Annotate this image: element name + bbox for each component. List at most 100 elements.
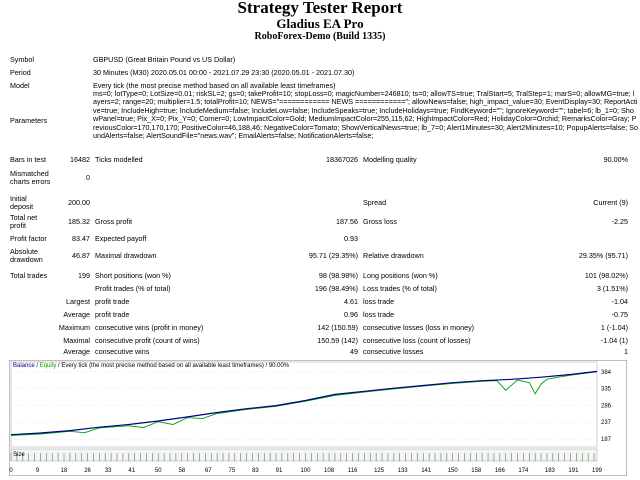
- parameters-label: Parameters: [10, 116, 48, 125]
- x-tick-label: 41: [128, 468, 135, 474]
- spread-value: Current (9): [593, 198, 628, 207]
- short-label: Short positions (won %): [95, 271, 171, 280]
- y-tick-label: 384: [601, 370, 612, 376]
- mismatch-value: 0: [86, 173, 90, 182]
- ticks-label: Ticks modelled: [95, 155, 143, 164]
- payoff-label: Expected payoff: [95, 234, 147, 243]
- x-tick-label: 174: [518, 468, 529, 474]
- avg-cons-label: Average: [63, 347, 90, 356]
- average-profit-label: profit trade: [95, 310, 130, 319]
- x-tick-label: 166: [495, 468, 506, 474]
- largest-loss-label: loss trade: [363, 297, 395, 306]
- x-tick-label: 75: [229, 468, 236, 474]
- model-label: Model: [10, 81, 30, 90]
- mismatch-label-2: charts errors: [10, 177, 51, 186]
- symbol-value: GBPUSD (Great Britain Pound vs US Dollar…: [93, 55, 236, 64]
- parameters-value: ms=0; lotType=0; LotSize=0.01; riskSL=2;…: [93, 89, 638, 141]
- x-tick-label: 116: [348, 468, 358, 474]
- bars-label: Bars in test: [10, 155, 46, 164]
- gross-profit-label: Gross profit: [95, 217, 133, 226]
- y-tick-label: 286: [601, 403, 612, 409]
- trades-value: 199: [78, 271, 90, 280]
- avg-wins-label: consecutive wins: [95, 347, 150, 356]
- avg-losses-value: 1: [624, 347, 628, 356]
- gross-profit-value: 187.56: [336, 217, 358, 226]
- x-tick-label: 141: [421, 468, 432, 474]
- x-tick-label: 50: [155, 468, 162, 474]
- deposit-label-2: deposit: [10, 202, 34, 211]
- abs-dd-value: 46.87: [72, 251, 90, 260]
- x-tick-label: 133: [398, 468, 409, 474]
- symbol-label: Symbol: [10, 55, 34, 64]
- max-losses-value: 1 (-1.04): [600, 323, 628, 332]
- loss-trades-label: Loss trades (% of total): [363, 284, 437, 293]
- svg-text:Balance / Equity / Every tick: Balance / Equity / Every tick (the most …: [13, 363, 290, 369]
- deposit-value: 200.00: [68, 198, 90, 207]
- net-value: 185.32: [68, 217, 90, 226]
- profit-trades-value: 196 (98.49%): [314, 284, 358, 293]
- maximal-profit-value: 150.59 (142): [317, 336, 358, 345]
- max-losses-label: consecutive losses (loss in money): [363, 323, 475, 332]
- pf-value: 83.47: [72, 234, 90, 243]
- legend-balance: Balance: [13, 363, 35, 369]
- maximal-loss-label: consecutive loss (count of losses): [363, 336, 471, 345]
- y-tick-label: 237: [601, 420, 612, 426]
- loss-trades-value: 3 (1.51%): [596, 284, 628, 293]
- maximum-label: Maximum: [58, 323, 90, 332]
- x-tick-label: 183: [545, 468, 556, 474]
- payoff-value: 0.93: [344, 234, 358, 243]
- x-tick-label: 18: [61, 468, 68, 474]
- x-tick-label: 58: [178, 468, 185, 474]
- avg-wins-value: 49: [350, 347, 358, 356]
- x-tick-label: 83: [252, 468, 259, 474]
- long-value: 101 (98.02%): [584, 271, 628, 280]
- max-dd-label: Maximal drawdown: [95, 251, 157, 260]
- max-wins-value: 142 (150.59): [317, 323, 358, 332]
- gross-loss-label: Gross loss: [363, 217, 397, 226]
- maximal-loss-value: -1.04 (1): [600, 336, 628, 345]
- avg-losses-label: consecutive losses: [363, 347, 424, 356]
- x-tick-label: 100: [300, 468, 311, 474]
- y-tick-label: 335: [601, 387, 612, 393]
- spread-label: Spread: [363, 198, 387, 207]
- y-tick-label: 187: [601, 437, 612, 443]
- x-tick-label: 108: [324, 468, 335, 474]
- x-tick-label: 125: [374, 468, 385, 474]
- average-label: Average: [63, 310, 90, 319]
- max-dd-value: 95.71 (29.35%): [308, 251, 358, 260]
- max-wins-label: consecutive wins (profit in money): [95, 323, 204, 332]
- net-label-2: profit: [10, 221, 26, 230]
- largest-loss-value: -1.04: [611, 297, 628, 306]
- x-tick-label: 33: [105, 468, 112, 474]
- period-value: 30 Minutes (M30) 2020.05.01 00:00 - 2021…: [93, 68, 355, 77]
- rel-dd-value: 29.35% (95.71): [578, 251, 628, 260]
- x-tick-label: 67: [205, 468, 212, 474]
- x-tick-label: 191: [568, 468, 579, 474]
- size-label: Size: [13, 452, 25, 458]
- ticks-value: 18367026: [326, 155, 358, 164]
- largest-profit-label: profit trade: [95, 297, 130, 306]
- pf-label: Profit factor: [10, 234, 47, 243]
- x-tick-label: 199: [592, 468, 603, 474]
- x-tick-label: 150: [448, 468, 459, 474]
- bars-value: 16482: [70, 155, 90, 164]
- legend-equity: Equity: [40, 363, 57, 369]
- short-value: 98 (98.98%): [318, 271, 358, 280]
- trades-label: Total trades: [10, 271, 48, 280]
- average-loss-label: loss trade: [363, 310, 395, 319]
- balance-equity-chart: Balance / Equity / Every tick (the most …: [9, 360, 627, 476]
- x-tick-label: 26: [84, 468, 91, 474]
- quality-value: 90.00%: [603, 155, 628, 164]
- maximal-label: Maximal: [63, 336, 90, 345]
- quality-label: Modelling quality: [363, 155, 417, 164]
- largest-label: Largest: [66, 297, 90, 306]
- legend-text: / Every tick (the most precise method ba…: [56, 363, 289, 369]
- build-info: RoboForex-Demo (Build 1335): [254, 31, 386, 42]
- profit-trades-label: Profit trades (% of total): [95, 284, 171, 293]
- x-tick-label: 91: [276, 468, 283, 474]
- abs-dd-label-2: drawdown: [10, 255, 43, 264]
- maximal-profit-label: consecutive profit (count of wins): [95, 336, 200, 345]
- largest-profit-value: 4.61: [344, 297, 358, 306]
- average-loss-value: -0.75: [611, 310, 628, 319]
- x-tick-label: 158: [471, 468, 482, 474]
